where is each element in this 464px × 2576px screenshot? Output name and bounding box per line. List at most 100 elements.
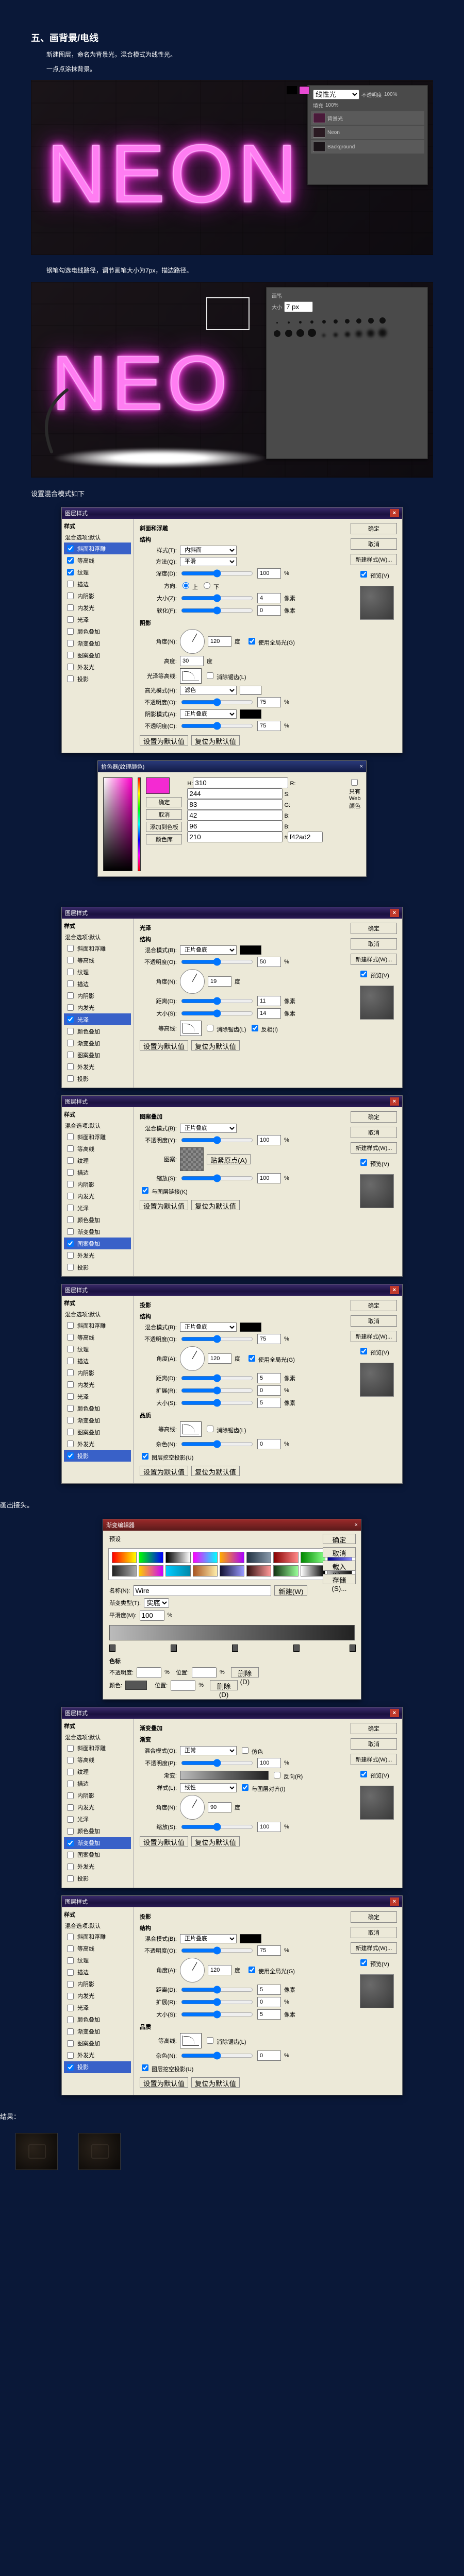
sidebar-item-blend_default[interactable]: 混合选项:默认 xyxy=(64,1732,131,1742)
snap-origin[interactable]: 贴紧原点(A) xyxy=(207,1154,251,1164)
bevel-alt[interactable] xyxy=(180,656,204,666)
sidebar-item-satin[interactable]: 光泽 xyxy=(64,1202,131,1214)
satin-size[interactable] xyxy=(181,1009,253,1018)
sidebar-item-bevel[interactable]: 斜面和浮雕 xyxy=(64,1931,131,1943)
reset-default[interactable]: 复位为默认值 xyxy=(191,1040,240,1050)
close-icon[interactable]: × xyxy=(390,1897,399,1906)
sidebar-item-texture_sub[interactable]: 纹理 xyxy=(64,1766,131,1778)
blend-mode-select[interactable]: 线性光 xyxy=(313,90,359,99)
picker-hex[interactable] xyxy=(288,832,323,842)
layer-style-dialog[interactable]: 图层样式 × 样式 混合选项:默认 斜面和浮雕 等高线 xyxy=(61,507,403,753)
sidebar-item-bevel[interactable]: 斜面和浮雕 xyxy=(64,543,131,554)
reset-default[interactable]: 复位为默认值 xyxy=(191,1836,240,1846)
preview-check[interactable]: 预览(V) xyxy=(351,569,397,580)
pat-op-v[interactable] xyxy=(257,1135,281,1145)
picker-bl[interactable] xyxy=(187,832,283,842)
sidebar-item-outer_glow[interactable]: 外发光 xyxy=(64,1438,131,1450)
sidebar-item-pattern_overlay[interactable]: 图案叠加 xyxy=(64,1049,131,1061)
sidebar-item-drop_shadow[interactable]: 投影 xyxy=(64,1873,131,1885)
go-op[interactable] xyxy=(181,1759,253,1767)
preview-check[interactable]: 预览(V) xyxy=(351,969,397,979)
close-icon[interactable]: × xyxy=(360,764,363,770)
drop-color[interactable] xyxy=(240,1934,261,1943)
drop-size[interactable] xyxy=(181,1399,253,1407)
bevel-depth-v[interactable] xyxy=(257,568,281,579)
drop-mode[interactable]: 正片叠底 xyxy=(180,1323,237,1332)
sidebar-item-inner_shadow[interactable]: 内阴影 xyxy=(64,1790,131,1802)
sidebar-item-gradient_overlay[interactable]: 渐变叠加 xyxy=(64,1037,131,1049)
grad-stop-del2[interactable]: 删除(D) xyxy=(210,1680,238,1690)
drop-size-v[interactable] xyxy=(257,1398,281,1408)
drop-dist-v[interactable] xyxy=(257,1373,281,1383)
gradient-editor-dialog[interactable]: 渐变编辑器 × 确定 取消 载入(L)... 存储(S)... 预设 名称(N)… xyxy=(103,1519,361,1700)
sidebar-item-drop_shadow[interactable]: 投影 xyxy=(64,1073,131,1084)
picker-sv-field[interactable] xyxy=(103,777,132,871)
angle-dial[interactable] xyxy=(180,1958,205,1982)
sidebar-item-satin[interactable]: 光泽 xyxy=(64,1013,131,1025)
color-swatches[interactable] xyxy=(287,86,309,94)
sidebar-item-satin[interactable]: 光泽 xyxy=(64,1814,131,1825)
go-op-v[interactable] xyxy=(257,1758,281,1768)
pattern-chip[interactable] xyxy=(180,1147,204,1171)
sidebar-item-stroke[interactable]: 描边 xyxy=(64,978,131,990)
sidebar-item-inner_glow[interactable]: 内发光 xyxy=(64,1802,131,1814)
pat-op[interactable] xyxy=(181,1136,253,1144)
picker-s[interactable] xyxy=(187,799,283,810)
picker-color-lib[interactable]: 颜色库 xyxy=(146,834,182,844)
picker-b[interactable] xyxy=(187,821,283,832)
satin-angle[interactable] xyxy=(208,976,231,987)
preview-check[interactable]: 预览(V) xyxy=(351,1346,397,1357)
sh-op-v[interactable] xyxy=(257,721,281,731)
drop-angle[interactable] xyxy=(208,1353,231,1364)
close-icon[interactable]: × xyxy=(390,1286,399,1294)
set-default[interactable]: 设置为默认值 xyxy=(140,1200,188,1210)
sidebar-item-contour_sub[interactable]: 等高线 xyxy=(64,1331,131,1343)
drop-spread-v[interactable] xyxy=(257,1385,281,1396)
drop-noise[interactable] xyxy=(181,2052,253,2060)
grad-load[interactable]: 载入(L)... xyxy=(323,1561,356,1571)
sidebar-item-inner_glow[interactable]: 内发光 xyxy=(64,1379,131,1391)
sidebar-item-drop_shadow[interactable]: 投影 xyxy=(64,673,131,685)
set-default[interactable]: 设置为默认值 xyxy=(140,735,188,745)
bg-swatch[interactable] xyxy=(299,86,309,94)
satin-op-v[interactable] xyxy=(257,957,281,967)
sidebar-item-pattern_overlay[interactable]: 图案叠加 xyxy=(64,1849,131,1861)
sidebar-item-stroke[interactable]: 描边 xyxy=(64,1355,131,1367)
sidebar-item-inner_shadow[interactable]: 内阴影 xyxy=(64,1178,131,1190)
bevel-depth[interactable] xyxy=(181,569,253,578)
sidebar-item-stroke[interactable]: 描边 xyxy=(64,1778,131,1790)
sidebar-item-satin[interactable]: 光泽 xyxy=(64,2002,131,2014)
set-default[interactable]: 设置为默认值 xyxy=(140,1836,188,1846)
drop-size-v[interactable] xyxy=(257,2009,281,2020)
layer-row[interactable]: 背景光 xyxy=(311,111,424,125)
sidebar-item-outer_glow[interactable]: 外发光 xyxy=(64,1249,131,1261)
sidebar-item-inner_glow[interactable]: 内发光 xyxy=(64,1990,131,2002)
set-default[interactable]: 设置为默认值 xyxy=(140,1466,188,1476)
sidebar-item-inner_shadow[interactable]: 内阴影 xyxy=(64,1978,131,1990)
sidebar-item-pattern_overlay[interactable]: 图案叠加 xyxy=(64,2038,131,2049)
drop-noise-v[interactable] xyxy=(257,2050,281,2061)
drop-dist[interactable] xyxy=(181,1986,253,1994)
sidebar-item-outer_glow[interactable]: 外发光 xyxy=(64,1061,131,1073)
drop-spread[interactable] xyxy=(181,1998,253,2006)
sidebar-item-texture_sub[interactable]: 纹理 xyxy=(64,1343,131,1355)
sidebar-item-satin[interactable]: 光泽 xyxy=(64,1391,131,1402)
sidebar-item-pattern_overlay[interactable]: 图案叠加 xyxy=(64,1426,131,1438)
picker-hue-slider[interactable] xyxy=(138,777,141,871)
layer-row[interactable]: Background xyxy=(311,140,424,154)
sidebar-item-contour_sub[interactable]: 等高线 xyxy=(64,1754,131,1766)
bevel-tech[interactable]: 平滑 xyxy=(180,557,237,566)
sidebar-item-satin[interactable]: 光泽 xyxy=(64,614,131,625)
go-style[interactable]: 线性 xyxy=(180,1783,237,1792)
sidebar-item-texture_sub[interactable]: 纹理 xyxy=(64,1155,131,1166)
sidebar-item-gradient_overlay[interactable]: 渐变叠加 xyxy=(64,2026,131,2038)
hi-mode[interactable]: 滤色 xyxy=(180,686,237,695)
sidebar-item-contour_sub[interactable]: 等高线 xyxy=(64,954,131,966)
picker-webonly[interactable]: 只有 Web 颜色 xyxy=(349,777,361,871)
grad-save[interactable]: 存储(S)... xyxy=(323,1574,356,1584)
bevel-angle[interactable] xyxy=(208,636,231,647)
set-default[interactable]: 设置为默认值 xyxy=(140,1040,188,1050)
picker-g[interactable] xyxy=(187,810,283,821)
grad-type[interactable]: 实底 xyxy=(144,1598,169,1608)
new-style-button[interactable]: 新建样式(W)... xyxy=(351,1142,397,1154)
